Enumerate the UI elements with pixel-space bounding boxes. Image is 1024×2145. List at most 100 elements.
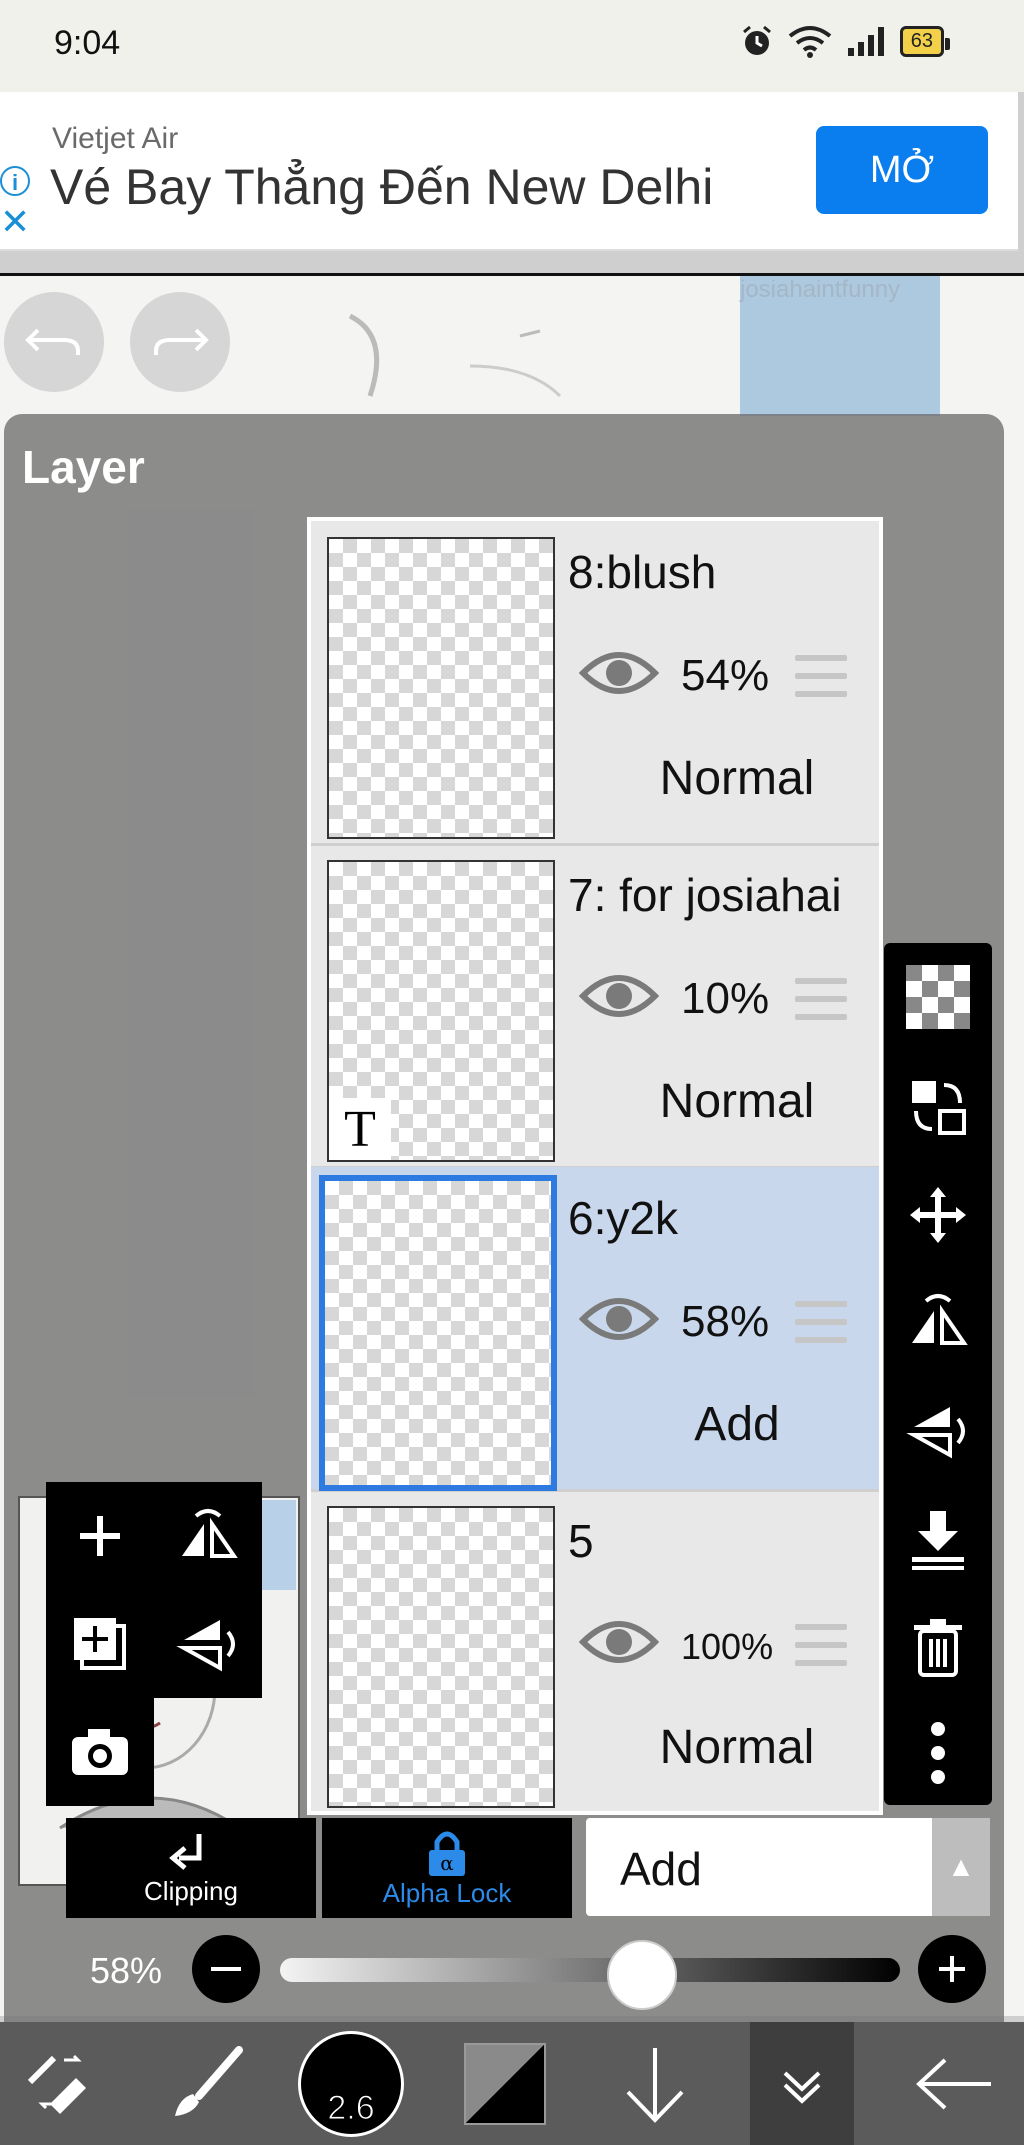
layer-name: 5 [568, 1515, 594, 1567]
eye-icon[interactable] [579, 968, 659, 1024]
drag-handle-icon[interactable] [795, 655, 847, 709]
merge-down-button[interactable] [884, 1499, 992, 1579]
brush-size-value: 2.6 [327, 2088, 375, 2127]
opacity-slider-thumb[interactable] [606, 1940, 677, 2010]
back-button[interactable] [900, 2022, 1010, 2145]
bottom-toolbar: 2.6 [0, 2022, 1024, 2145]
layer-panel-title: Layer [22, 441, 145, 493]
opacity-slider-track[interactable] [280, 1958, 900, 1982]
redo-button[interactable] [130, 292, 230, 392]
clipping-button[interactable]: Clipping [66, 1818, 316, 1918]
swap-icon [912, 1081, 966, 1135]
opacity-increase-button[interactable] [918, 1935, 986, 2003]
blend-mode-value: Add [620, 1843, 702, 1895]
brush-tool-button[interactable] [150, 2022, 260, 2145]
alpha-lock-label: Alpha Lock [382, 1877, 512, 1908]
drag-handle-icon[interactable] [795, 978, 847, 1032]
opacity-value-label: 58% [90, 1950, 163, 1991]
arrow-left-icon [916, 2058, 991, 2109]
layer-opacity: 54% [681, 651, 770, 700]
layer-name: 8:blush [568, 546, 717, 598]
layer-thumbnail[interactable] [327, 537, 555, 839]
layer-left-toolbar [46, 1482, 262, 1698]
opacity-decrease-button[interactable] [192, 1935, 260, 2003]
flip-horizontal-icon [182, 1509, 238, 1558]
layer-row-7[interactable]: T 7: for josiahai 10% Normal [311, 844, 879, 1169]
layer-name: 7: for josiahai [568, 869, 842, 921]
import-photo-button[interactable] [46, 1698, 154, 1806]
drag-handle-icon[interactable] [795, 1301, 847, 1355]
battery-indicator: 63 [899, 25, 951, 57]
layer-menu-button[interactable] [750, 2022, 854, 2145]
clipping-label: Clipping [144, 1875, 238, 1906]
layer-row-8[interactable]: 8:blush 54% Normal [311, 521, 879, 846]
color-picker-button[interactable] [450, 2022, 560, 2145]
flip-vertical-button[interactable] [884, 1391, 992, 1471]
status-bar: 9:04 63 [0, 0, 1024, 92]
trash-icon [914, 1619, 962, 1677]
camera-icon [72, 1729, 128, 1775]
add-copy-icon [74, 1618, 126, 1670]
layer-opacity: 58% [681, 1297, 770, 1346]
brush-eraser-swap-icon [27, 2054, 86, 2114]
move-button[interactable] [884, 1175, 992, 1255]
lock-icon: α [429, 1831, 465, 1876]
layer-blend-mode: Normal [659, 1075, 815, 1128]
flip-horizontal-button[interactable] [884, 1283, 992, 1363]
add-layer-button[interactable] [46, 1482, 154, 1590]
battery-level: 63 [910, 29, 933, 52]
eye-icon[interactable] [579, 645, 659, 701]
more-options-button[interactable] [884, 1713, 992, 1793]
transparent-fill-button[interactable] [884, 957, 992, 1037]
flip-vertical-icon [906, 1407, 965, 1459]
undo-icon [25, 328, 80, 355]
ad-close-icon[interactable]: ✕ [0, 204, 30, 240]
drag-handle-icon[interactable] [795, 1624, 847, 1678]
layer-row-5[interactable]: 5 100% Normal [311, 1490, 879, 1811]
delete-layer-button[interactable] [884, 1607, 992, 1687]
flip-horizontal-icon [912, 1294, 968, 1345]
ad-brand: Vietjet Air [52, 122, 179, 155]
ad-info-icon[interactable]: i [0, 166, 30, 196]
layer-list[interactable]: 8:blush 54% Normal T 7: for josiahai 10%… [307, 517, 883, 1815]
plus-icon [80, 1516, 120, 1556]
brush-size-indicator: 2.6 [298, 2030, 404, 2137]
tool-switch-button[interactable] [10, 2022, 110, 2145]
eye-icon[interactable] [579, 1291, 659, 1347]
layer-thumbnail[interactable] [319, 1175, 557, 1491]
wifi-icon [788, 26, 831, 58]
color-swatch [464, 2042, 546, 2125]
status-icons: 63 [740, 24, 951, 58]
blend-mode-select[interactable]: Add ▲ [586, 1818, 990, 1916]
layer-down-button[interactable] [600, 2022, 710, 2145]
flip-canvas-horizontal-button[interactable] [154, 1482, 262, 1590]
swap-layer-button[interactable] [884, 1067, 992, 1147]
svg-text:α: α [440, 1851, 454, 1875]
alpha-lock-button[interactable]: α Alpha Lock [322, 1818, 572, 1918]
ad-banner[interactable]: i ✕ Vietjet Air Vé Bay Thẳng Đến New Del… [0, 92, 1018, 251]
layer-thumbnail[interactable] [327, 1506, 555, 1808]
plus-icon [939, 1956, 965, 1982]
text-layer-icon: T [329, 1098, 391, 1160]
status-time: 9:04 [54, 24, 121, 62]
layer-blend-mode: Add [694, 1398, 780, 1451]
undo-button[interactable] [4, 292, 104, 392]
layer-opacity: 10% [681, 974, 770, 1023]
eye-icon[interactable] [579, 1614, 659, 1670]
brush-size-button[interactable]: 2.6 [296, 2022, 406, 2145]
move-icon [910, 1187, 966, 1243]
layer-panel: Layer 8:blush 54% Normal T 7: for josiah… [4, 414, 1004, 2022]
chevron-up-icon[interactable]: ▲ [932, 1818, 990, 1916]
checkerboard-icon [906, 965, 970, 1029]
layer-blend-mode: Normal [659, 752, 815, 805]
duplicate-layer-button[interactable] [46, 1590, 154, 1698]
flip-canvas-vertical-button[interactable] [154, 1590, 262, 1698]
more-vertical-icon [931, 1722, 945, 1784]
alarm-icon [742, 25, 771, 55]
ad-open-button[interactable]: MỞ [816, 126, 988, 214]
layer-thumbnail[interactable]: T [327, 860, 555, 1162]
clipping-icon [169, 1833, 202, 1870]
camera-tool-container [46, 1698, 154, 1806]
layer-row-6-selected[interactable]: 6:y2k 58% Add [311, 1167, 879, 1492]
brush-icon [175, 2045, 243, 2116]
